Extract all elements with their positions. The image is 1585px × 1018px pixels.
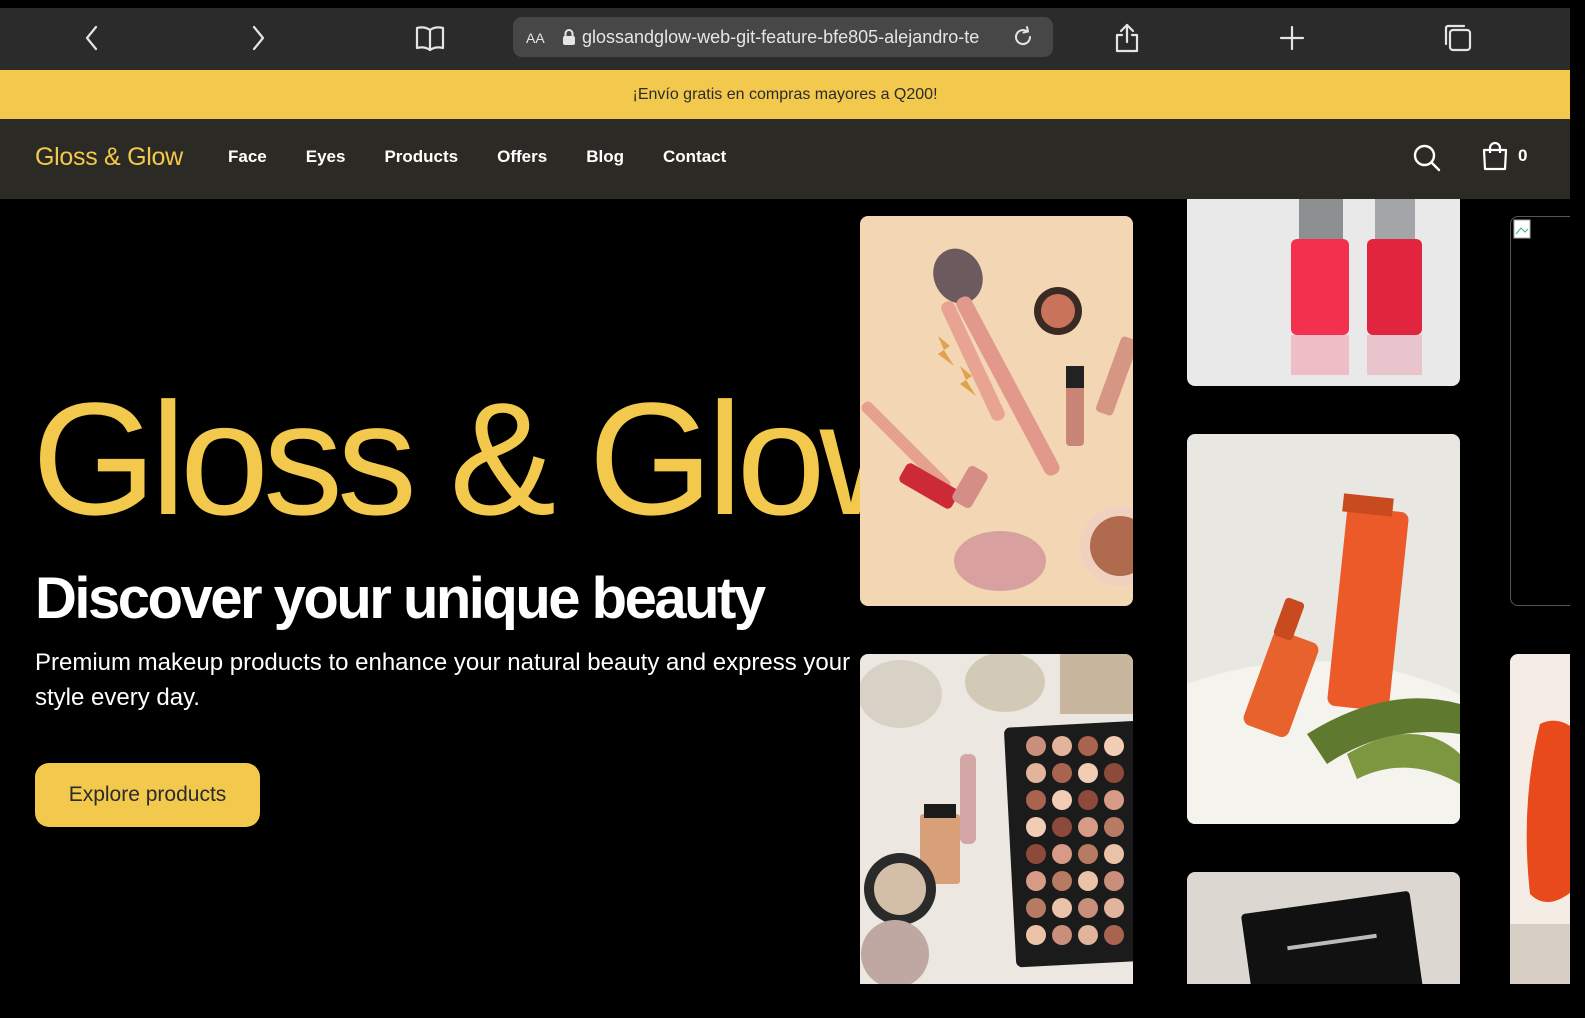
chevron-right-icon (252, 25, 265, 51)
forward-button[interactable] (238, 20, 278, 56)
share-button[interactable] (1107, 20, 1147, 56)
tabs-button[interactable] (1438, 20, 1478, 56)
cart-button[interactable]: 0 (1482, 141, 1527, 171)
promo-text: ¡Envío gratis en compras mayores a Q200! (632, 85, 938, 103)
hero-description: Premium makeup products to enhance your … (35, 649, 851, 711)
url-text: glossandglow-web-git-feature-bfe805-alej… (582, 26, 980, 47)
explore-products-button[interactable]: Explore products (35, 763, 260, 827)
reader-button[interactable] (410, 20, 450, 56)
nav-link-blog[interactable]: Blog (586, 147, 624, 167)
book-icon (415, 26, 445, 52)
nav-link-contact[interactable]: Contact (663, 147, 726, 167)
gallery-image-serum (1187, 434, 1460, 824)
gallery-image-orange (1510, 654, 1570, 984)
main-nav: Face Eyes Products Offers Blog Contact (228, 147, 726, 167)
promo-banner: ¡Envío gratis en compras mayores a Q200! (0, 70, 1570, 119)
nav-link-eyes[interactable]: Eyes (306, 147, 346, 167)
gallery-image-bobbi-brown (1187, 872, 1460, 984)
cart-count: 0 (1518, 146, 1528, 165)
search-icon (1413, 144, 1441, 172)
hero-subtitle: Discover your unique beauty (35, 566, 766, 631)
gallery-image-palette (860, 654, 1133, 984)
reload-icon[interactable] (1011, 25, 1035, 49)
address-bar[interactable]: AA glossandglow-web-git-feature-bfe805-a… (513, 17, 1053, 57)
nav-link-products[interactable]: Products (384, 147, 458, 167)
back-button[interactable] (72, 20, 112, 56)
nav-link-face[interactable]: Face (228, 147, 267, 167)
hero-section: Gloss & Glow Discover your unique beauty… (0, 199, 1570, 1018)
plus-icon (1279, 25, 1305, 51)
new-tab-button[interactable] (1272, 20, 1312, 56)
gallery-image-brushes (860, 216, 1133, 606)
text-size-button[interactable]: AA (526, 27, 552, 48)
search-button[interactable] (1412, 143, 1444, 175)
nav-link-offers[interactable]: Offers (497, 147, 547, 167)
browser-toolbar: AA glossandglow-web-git-feature-bfe805-a… (0, 8, 1570, 70)
share-icon (1115, 23, 1139, 53)
shopping-bag-icon (1482, 141, 1508, 171)
gallery-image-nail-polish (1187, 199, 1460, 386)
lock-icon (563, 29, 575, 45)
brand-logo[interactable]: Gloss & Glow (35, 143, 183, 172)
chevron-left-icon (85, 25, 98, 51)
tabs-icon (1444, 24, 1472, 52)
gallery-image-broken (1510, 216, 1570, 606)
hero-title: Gloss & Glow (32, 369, 935, 548)
site-header: Gloss & Glow Face Eyes Products Offers B… (0, 119, 1570, 199)
